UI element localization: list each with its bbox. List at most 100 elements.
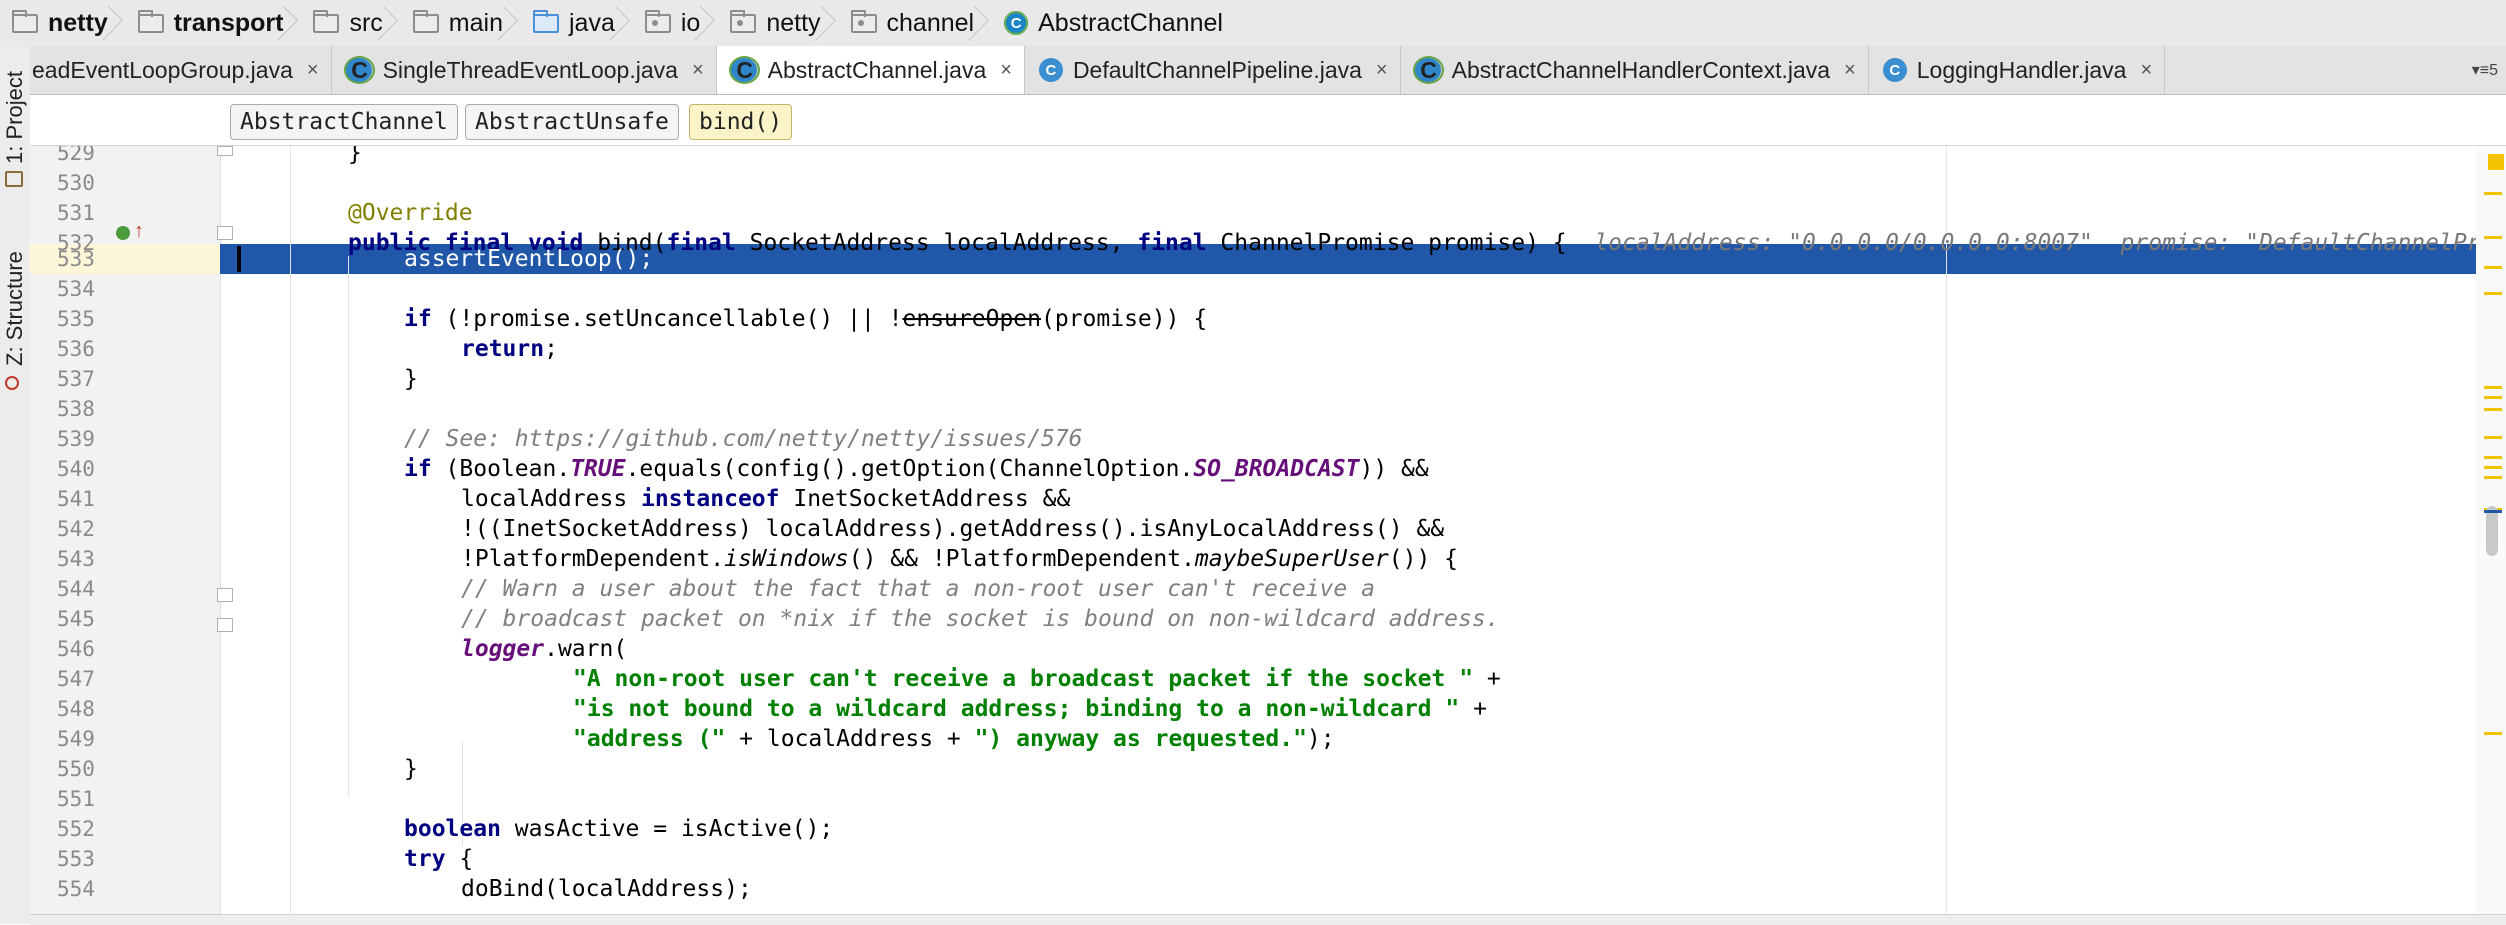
occurrence-marker[interactable] xyxy=(2484,236,2502,239)
code-token: .warn( xyxy=(544,636,628,662)
code-token: !PlatformDependent. xyxy=(461,546,725,572)
string-token: "A non-root user can't receive a broadca… xyxy=(573,666,1474,692)
folder-icon xyxy=(313,9,340,33)
breadcrumb-item-transport[interactable]: transport xyxy=(126,0,302,46)
fold-marker-icon[interactable] xyxy=(217,588,233,602)
code-line: public final void bind(final SocketAddre… xyxy=(348,228,2481,258)
static-field-token: TRUE xyxy=(570,456,626,482)
static-method-token: isWindows xyxy=(724,546,849,572)
code-token: ; xyxy=(544,336,558,362)
close-icon[interactable]: × xyxy=(1376,59,1388,82)
line-number: 542 xyxy=(57,517,95,541)
line-number: 537 xyxy=(57,367,95,391)
method-crumb-abstractunsafe[interactable]: AbstractUnsafe xyxy=(465,104,679,140)
tab-label: AbstractChannelHandlerContext.java xyxy=(1451,56,1831,83)
tab-label: DefaultChannelPipeline.java xyxy=(1072,56,1362,83)
breadcrumb-label: io xyxy=(680,8,701,37)
breadcrumb-label: transport xyxy=(173,8,284,37)
code-token: + xyxy=(1473,666,1501,692)
class-icon: C xyxy=(1414,57,1442,83)
code-line: logger.warn( xyxy=(461,634,627,664)
string-token: "is not bound to a wildcard address; bin… xyxy=(573,696,1460,722)
breadcrumb-item-src[interactable]: src xyxy=(301,0,400,46)
class-icon: C xyxy=(1882,58,1907,82)
occurrence-marker[interactable] xyxy=(2484,436,2502,439)
class-icon: C xyxy=(1038,58,1063,82)
tab-abstractchannel[interactable]: C AbstractChannel.java × xyxy=(716,46,1025,94)
occurrence-marker[interactable] xyxy=(2484,386,2502,389)
code-token: SocketAddress localAddress, xyxy=(735,230,1138,256)
breadcrumb-item-abstractchannel[interactable]: C AbstractChannel xyxy=(992,0,1241,46)
breadcrumb-item-io[interactable]: io xyxy=(633,0,718,46)
code-line: @Override xyxy=(348,198,473,228)
tab-singlethreadeventloop[interactable]: C SingleThreadEventLoop.java × xyxy=(332,46,717,94)
tab-label: eadEventLoopGroup.java xyxy=(32,56,293,83)
package-folder-icon xyxy=(850,9,877,33)
indent-guide xyxy=(290,146,291,914)
scroll-thumb[interactable] xyxy=(2486,506,2498,556)
source-folder-icon xyxy=(532,9,559,33)
code-line: localAddress instanceof InetSocketAddres… xyxy=(461,484,1070,514)
line-number: 529 xyxy=(57,146,95,165)
method-crumb-abstractchannel[interactable]: AbstractChannel xyxy=(230,104,458,140)
line-number: 539 xyxy=(57,427,95,451)
folder-icon xyxy=(412,9,439,33)
code-token: (promise)) { xyxy=(1041,306,1208,332)
project-tool-window-button[interactable]: 1: Project xyxy=(2,71,28,164)
breadcrumb-item-channel[interactable]: channel xyxy=(839,0,993,46)
package-folder-icon xyxy=(730,9,757,33)
occurrence-marker[interactable] xyxy=(2484,192,2502,195)
structure-tool-window-button[interactable]: Z: Structure xyxy=(2,251,28,366)
code-token: + localAddress + xyxy=(725,726,975,752)
close-icon[interactable]: × xyxy=(2140,59,2152,82)
occurrence-marker[interactable] xyxy=(2484,266,2502,269)
breadcrumb-label: src xyxy=(349,8,383,37)
breadcrumb-item-netty[interactable]: netty xyxy=(0,0,126,46)
occurrence-marker[interactable] xyxy=(2484,476,2502,479)
fold-marker-icon[interactable] xyxy=(217,226,233,240)
line-number: 540 xyxy=(57,457,95,481)
code-line: boolean wasActive = isActive(); xyxy=(404,814,833,844)
code-token: ()) { xyxy=(1388,546,1459,572)
project-icon xyxy=(5,171,23,187)
breadcrumb-label: AbstractChannel xyxy=(1038,8,1223,37)
navigation-breadcrumb: netty transport src main java io netty c… xyxy=(0,0,2506,47)
code-token: ); xyxy=(1306,726,1335,752)
tab-overflow-menu[interactable]: ▾≡5 xyxy=(2472,46,2506,94)
close-icon[interactable]: × xyxy=(1844,59,1856,82)
occurrence-marker[interactable] xyxy=(2484,292,2502,295)
tab-eventloopgroup[interactable]: eadEventLoopGroup.java × xyxy=(30,46,332,94)
class-icon: C xyxy=(345,57,373,83)
close-icon[interactable]: × xyxy=(307,59,319,82)
occurrence-marker[interactable] xyxy=(2484,408,2502,411)
fold-marker-icon[interactable] xyxy=(217,146,233,156)
tab-logginghandler[interactable]: C LoggingHandler.java × xyxy=(1869,46,2166,94)
tab-defaultchannelpipeline[interactable]: C DefaultChannelPipeline.java × xyxy=(1025,46,1401,94)
line-number: 538 xyxy=(57,397,95,421)
string-token: "address (" xyxy=(573,726,726,752)
code-token: .equals(config().getOption(ChannelOption… xyxy=(625,456,1194,482)
error-stripe[interactable] xyxy=(2476,146,2506,914)
close-icon[interactable]: × xyxy=(692,59,704,82)
code-token: localAddress xyxy=(461,486,642,512)
line-number: 550 xyxy=(57,757,95,781)
occurrence-marker[interactable] xyxy=(2484,466,2502,469)
warning-marker[interactable] xyxy=(2488,154,2504,170)
breadcrumb-item-main[interactable]: main xyxy=(401,0,521,46)
close-icon[interactable]: × xyxy=(1000,59,1012,82)
breadcrumb-item-netty-package[interactable]: netty xyxy=(718,0,838,46)
horizontal-scrollbar[interactable] xyxy=(30,914,2506,925)
code-token: ChannelPromise promise) { xyxy=(1206,230,1567,256)
fold-marker-icon[interactable] xyxy=(217,618,233,632)
code-line: try { xyxy=(404,844,473,874)
annotation-token: @Override xyxy=(348,200,473,226)
line-number: 549 xyxy=(57,727,95,751)
method-crumb-bind[interactable]: bind() xyxy=(689,104,793,140)
occurrence-marker[interactable] xyxy=(2484,396,2502,399)
tab-abstractchannelhandlercontext[interactable]: C AbstractChannelHandlerContext.java × xyxy=(1401,46,1869,94)
occurrence-marker[interactable] xyxy=(2484,456,2502,459)
breadcrumb-item-java[interactable]: java xyxy=(521,0,633,46)
line-number: 530 xyxy=(57,171,95,195)
code-editor[interactable]: ↑ 529 530 531 532 533 534 535 536 537 53… xyxy=(30,146,2506,914)
occurrence-marker[interactable] xyxy=(2484,732,2502,735)
